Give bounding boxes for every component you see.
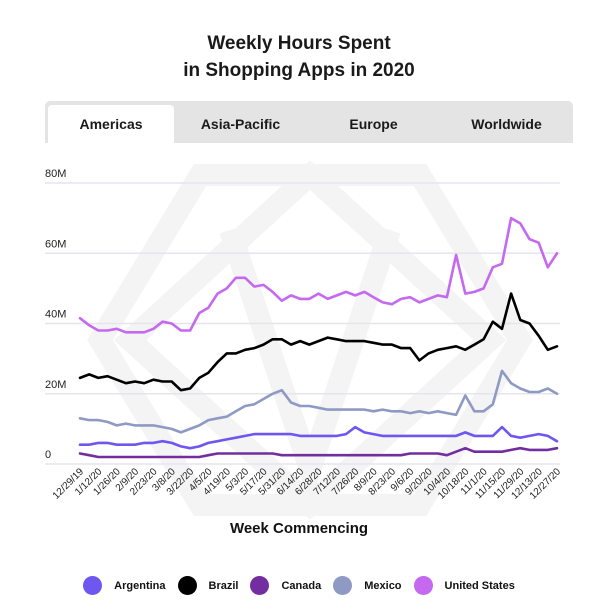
legend-item-mexico[interactable]: Mexico — [333, 576, 402, 595]
y-tick-label: 0 — [45, 449, 51, 461]
legend-label-united-states: United States — [444, 579, 515, 592]
legend-item-brazil[interactable]: Brazil — [177, 576, 239, 595]
legend-swatch-mexico — [333, 576, 353, 595]
legend-swatch-united-states — [413, 576, 433, 595]
legend-swatch-canada — [250, 576, 270, 595]
y-tick-label: 40M — [45, 309, 66, 321]
y-axis-ticks: 0 20M 40M 60M 80M — [45, 168, 66, 461]
legend-label-canada: Canada — [281, 579, 322, 592]
y-tick-label: 80M — [45, 168, 66, 180]
y-tick-label: 60M — [45, 238, 66, 250]
legend-item-canada[interactable]: Canada — [250, 576, 321, 595]
legend-item-argentina[interactable]: Argentina — [83, 576, 166, 595]
legend-swatch-argentina — [83, 576, 103, 595]
x-axis-label: Week Commencing — [229, 520, 369, 537]
legend-label-mexico: Mexico — [364, 579, 402, 592]
legend-label-brazil: Brazil — [208, 579, 239, 592]
legend-item-united-states[interactable]: United States — [413, 576, 515, 595]
legend-label-argentina: Argentina — [114, 579, 166, 592]
y-tick-label: 20M — [45, 379, 66, 391]
legend-swatch-brazil — [177, 576, 197, 595]
legend: Argentina Brazil Canada Mexico United St… — [0, 576, 598, 595]
